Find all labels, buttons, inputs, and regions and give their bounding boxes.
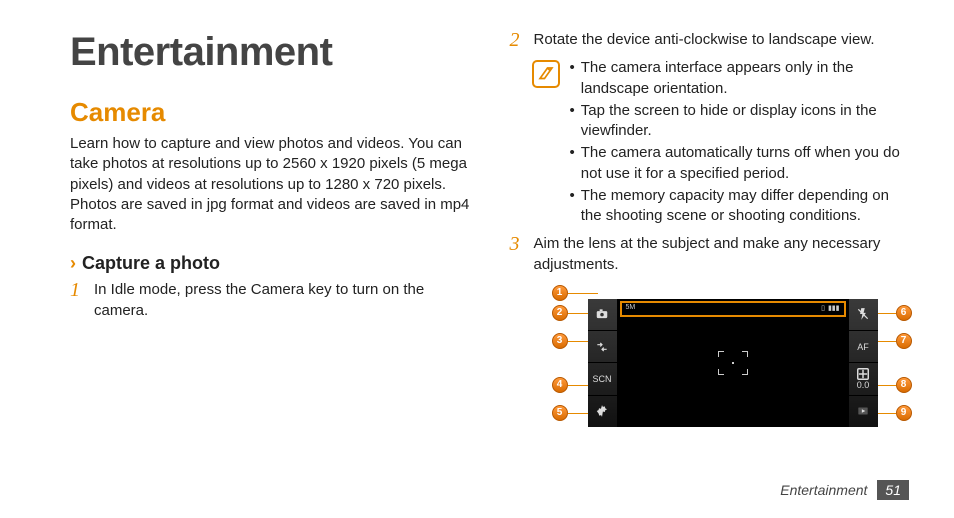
page-footer: Entertainment 51 — [780, 480, 909, 500]
camera-right-toolbar: AF 0.0 — [848, 299, 878, 427]
exposure-value-text: 0.0 — [857, 381, 870, 390]
note-icon — [532, 60, 560, 88]
note-item: •The camera automatically turns off when… — [570, 143, 910, 184]
left-column: Entertainment Camera Learn how to captur… — [70, 30, 470, 450]
chevron-right-icon: › — [70, 253, 76, 274]
battery-icon: ▮▮▮ — [828, 304, 840, 312]
note-text: The camera automatically turns off when … — [581, 143, 909, 184]
note-text: Tap the screen to hide or display icons … — [581, 101, 909, 142]
callout-5: 5 — [552, 405, 568, 421]
focus-mode-button[interactable]: AF — [849, 331, 878, 363]
subsection-label: Capture a photo — [82, 253, 220, 274]
step-number: 2 — [510, 30, 524, 50]
settings-gear-icon[interactable] — [588, 396, 617, 427]
note-item: •Tap the screen to hide or display icons… — [570, 101, 910, 142]
focus-brackets-icon — [718, 351, 748, 375]
intro-paragraph: Learn how to capture and view photos and… — [70, 134, 470, 235]
callout-3: 3 — [552, 333, 568, 349]
right-column: 2 Rotate the device anti-clockwise to la… — [510, 30, 910, 450]
storage-icon: ▯ — [821, 304, 825, 312]
callout-4: 4 — [552, 377, 568, 393]
camera-diagram: 1 2 3 4 5 6 7 8 9 SCN — [532, 285, 912, 440]
step-text: Aim the lens at the subject and make any… — [534, 234, 910, 275]
step-number: 1 — [70, 280, 84, 321]
step-1: 1 In Idle mode, press the Camera key to … — [70, 280, 470, 321]
step-3: 3 Aim the lens at the subject and make a… — [510, 234, 910, 275]
callout-7: 7 — [896, 333, 912, 349]
footer-section: Entertainment — [780, 482, 867, 498]
switch-camera-icon[interactable] — [588, 331, 617, 363]
step-number: 3 — [510, 234, 524, 275]
callout-9: 9 — [896, 405, 912, 421]
note-list: •The camera interface appears only in th… — [570, 58, 910, 228]
gallery-play-icon[interactable] — [849, 396, 878, 427]
page-number: 51 — [877, 480, 909, 500]
subsection-heading: › Capture a photo — [70, 253, 470, 274]
note-text: The memory capacity may differ depending… — [581, 186, 909, 227]
camera-left-toolbar: SCN — [588, 299, 618, 427]
note-text: The camera interface appears only in the… — [581, 58, 909, 99]
camera-mode-icon[interactable] — [588, 299, 617, 331]
camera-status-bar: 5M ▯ ▮▮▮ — [622, 302, 844, 314]
resolution-indicator: 5M — [626, 304, 636, 311]
scene-mode-button[interactable]: SCN — [588, 363, 617, 395]
step-text: Rotate the device anti-clockwise to land… — [534, 30, 910, 50]
note-item: •The camera interface appears only in th… — [570, 58, 910, 99]
callout-1: 1 — [552, 285, 568, 301]
section-heading: Camera — [70, 97, 470, 128]
callout-8: 8 — [896, 377, 912, 393]
callout-2: 2 — [552, 305, 568, 321]
step-2: 2 Rotate the device anti-clockwise to la… — [510, 30, 910, 50]
flash-off-icon[interactable] — [849, 299, 878, 331]
step-text: In Idle mode, press the Camera key to tu… — [94, 280, 470, 321]
note-item: •The memory capacity may differ dependin… — [570, 186, 910, 227]
callout-6: 6 — [896, 305, 912, 321]
exposure-value-button[interactable]: 0.0 — [849, 363, 878, 395]
page-title: Entertainment — [70, 30, 470, 75]
note-block: •The camera interface appears only in th… — [532, 58, 910, 228]
camera-viewfinder: SCN AF 0.0 — [588, 299, 878, 427]
